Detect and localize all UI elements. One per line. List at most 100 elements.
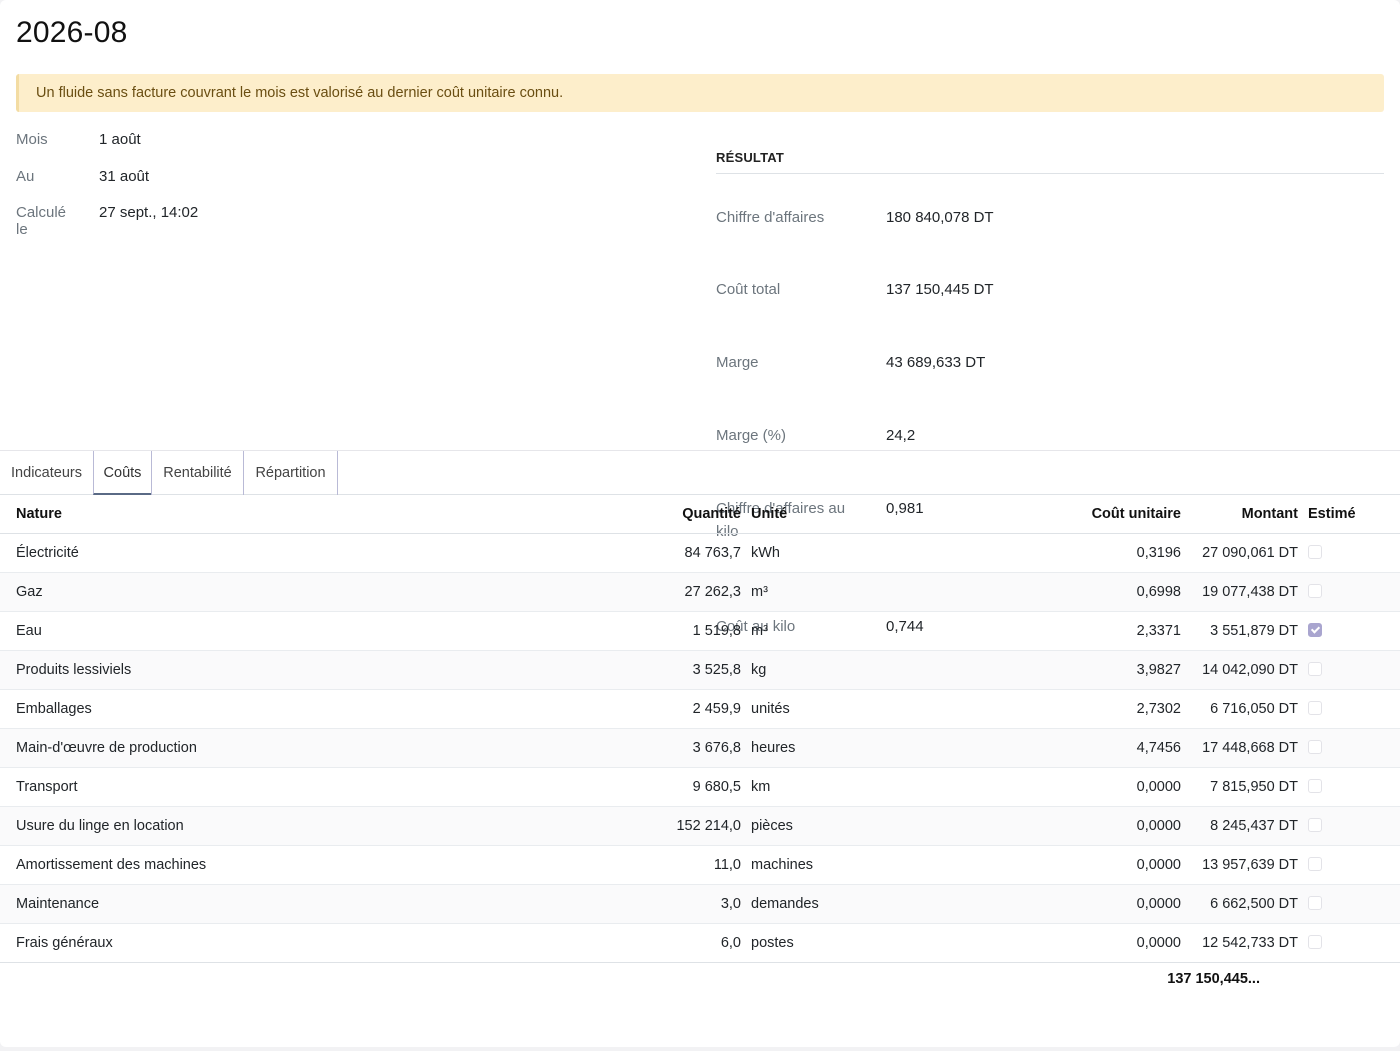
total-divider (0, 962, 1400, 963)
cell-unit: m³ (741, 611, 971, 651)
table-row[interactable]: Emballages 2 459,9 unités 2,7302 6 716,050 D… (0, 689, 1400, 729)
cell-nature: Maintenance (0, 884, 576, 924)
cell-unit: pièces (741, 806, 971, 846)
cell-amount: 13 957,639 DT (1181, 845, 1298, 885)
table-header-row: Nature Quantité Unité Coût unitaire Mont… (0, 495, 1400, 534)
cell-unit-cost: 0,3196 (971, 533, 1181, 573)
cell-unit-cost: 0,6998 (971, 572, 1181, 612)
cell-quantity: 27 262,3 (576, 572, 741, 612)
table-row[interactable]: Amortissement des machines 11,0 machines 0,… (0, 845, 1400, 885)
table-row[interactable]: Main-d'œuvre de production 3 676,8 heures 4… (0, 728, 1400, 768)
cell-unit-cost: 0,0000 (971, 884, 1181, 924)
cell-quantity: 3 525,8 (576, 650, 741, 690)
info-label: Mois (16, 131, 48, 148)
cell-amount: 14 042,090 DT (1181, 650, 1298, 690)
cell-quantity: 1 519,8 (576, 611, 741, 651)
table-row[interactable]: Transport 9 680,5 km 0,0000 7 815,950 DT (0, 767, 1400, 807)
cell-amount: 7 815,950 DT (1181, 767, 1298, 807)
cell-nature: Produits lessiviels (0, 650, 576, 690)
cell-unit: kg (741, 650, 971, 690)
estimated-checkbox (1308, 818, 1322, 833)
column-header-unit-cost[interactable]: Coût unitaire (971, 495, 1181, 534)
tab-rentabilite[interactable]: Rentabilité (151, 451, 244, 495)
column-header-amount[interactable]: Montant (1181, 495, 1298, 534)
cell-estimated (1298, 845, 1400, 885)
cell-nature: Main-d'œuvre de production (0, 728, 576, 768)
estimated-checkbox (1308, 662, 1322, 677)
cell-amount: 12 542,733 DT (1181, 923, 1298, 963)
cell-estimated (1298, 611, 1400, 651)
cell-nature: Électricité (0, 533, 576, 573)
cell-nature: Usure du linge en location (0, 806, 576, 846)
column-header-estimated[interactable]: Estimé (1298, 495, 1400, 534)
cell-amount: 6 662,500 DT (1181, 884, 1298, 924)
cell-quantity: 152 214,0 (576, 806, 741, 846)
cell-amount: 8 245,437 DT (1181, 806, 1298, 846)
column-header-nature[interactable]: Nature (0, 495, 576, 534)
column-header-unit[interactable]: Unité (741, 495, 971, 534)
info-value: 31 août (99, 167, 150, 185)
cell-unit-cost: 2,3371 (971, 611, 1181, 651)
result-label: Marge (716, 354, 759, 371)
cell-estimated (1298, 689, 1400, 729)
info-value: 1 août (99, 131, 141, 148)
result-value: 43 689,633 DT (886, 354, 986, 371)
result-section: RÉSULTAT Chiffre d'affaires 180 840,078 … (716, 150, 1384, 635)
cell-unit: postes (741, 923, 971, 963)
result-row-margin: Marge 43 689,633 DT (716, 351, 1384, 388)
cell-estimated (1298, 572, 1400, 612)
cell-estimated (1298, 533, 1400, 573)
cell-unit-cost: 4,7456 (971, 728, 1181, 768)
result-value: 137 150,445 DT (886, 281, 994, 298)
result-heading: RÉSULTAT (716, 150, 1384, 174)
cell-quantity: 3,0 (576, 884, 741, 924)
table-row[interactable]: Gaz 27 262,3 m³ 0,6998 19 077,438 DT (0, 572, 1400, 612)
estimated-checkbox (1308, 584, 1322, 599)
table-row[interactable]: Électricité 84 763,7 kWh 0,3196 27 090,061 D… (0, 533, 1400, 573)
cell-unit: unités (741, 689, 971, 729)
tab-repartition[interactable]: Répartition (243, 451, 338, 495)
amount-total: 137 150,445... (1167, 971, 1260, 987)
cell-unit: km (741, 767, 971, 807)
result-label: Marge (%) (716, 427, 787, 444)
cell-nature: Frais généraux (0, 923, 576, 963)
result-label: Chiffre d'affaires (716, 209, 825, 226)
table-body: Électricité 84 763,7 kWh 0,3196 27 090,061 D… (0, 533, 1400, 963)
table-row[interactable]: Eau 1 519,8 m³ 2,3371 3 551,879 DT (0, 611, 1400, 651)
tab-indicateurs[interactable]: Indicateurs (0, 451, 93, 495)
table-row[interactable]: Maintenance 3,0 demandes 0,0000 6 662,500 DT (0, 884, 1400, 924)
cell-quantity: 3 676,8 (576, 728, 741, 768)
cell-amount: 6 716,050 DT (1181, 689, 1298, 729)
cell-nature: Amortissement des machines (0, 845, 576, 885)
table-row[interactable]: Produits lessiviels 3 525,8 kg 3,9827 14 042… (0, 650, 1400, 690)
table-row[interactable]: Frais généraux 6,0 postes 0,0000 12 542,733 … (0, 923, 1400, 963)
estimated-checkbox (1308, 623, 1322, 638)
cell-amount: 19 077,438 DT (1181, 572, 1298, 612)
cell-quantity: 84 763,7 (576, 533, 741, 573)
cell-quantity: 6,0 (576, 923, 741, 963)
cell-unit-cost: 0,0000 (971, 767, 1181, 807)
estimated-checkbox (1308, 545, 1322, 560)
cell-quantity: 11,0 (576, 845, 741, 885)
cell-nature: Eau (0, 611, 576, 651)
cell-unit: heures (741, 728, 971, 768)
info-value: 27 sept., 14:02 (99, 204, 199, 221)
cell-amount: 27 090,061 DT (1181, 533, 1298, 573)
cell-unit: demandes (741, 884, 971, 924)
record-sheet: 2026-08 Un fluide sans facture couvrant … (0, 0, 1400, 1047)
table-row[interactable]: Usure du linge en location 152 214,0 pièce… (0, 806, 1400, 846)
cell-estimated (1298, 728, 1400, 768)
cell-amount: 17 448,668 DT (1181, 728, 1298, 768)
cell-amount: 3 551,879 DT (1181, 611, 1298, 651)
cell-estimated (1298, 767, 1400, 807)
result-row-total-cost: Coût total 137 150,445 DT (716, 278, 1384, 315)
column-header-quantity[interactable]: Quantité (576, 495, 741, 534)
tab-couts[interactable]: Coûts (93, 451, 152, 495)
cell-nature: Emballages (0, 689, 576, 729)
cell-nature: Gaz (0, 572, 576, 612)
info-label: Au (16, 167, 35, 185)
cell-unit-cost: 3,9827 (971, 650, 1181, 690)
cell-estimated (1298, 884, 1400, 924)
result-label: Coût total (716, 281, 781, 298)
cell-estimated (1298, 923, 1400, 963)
